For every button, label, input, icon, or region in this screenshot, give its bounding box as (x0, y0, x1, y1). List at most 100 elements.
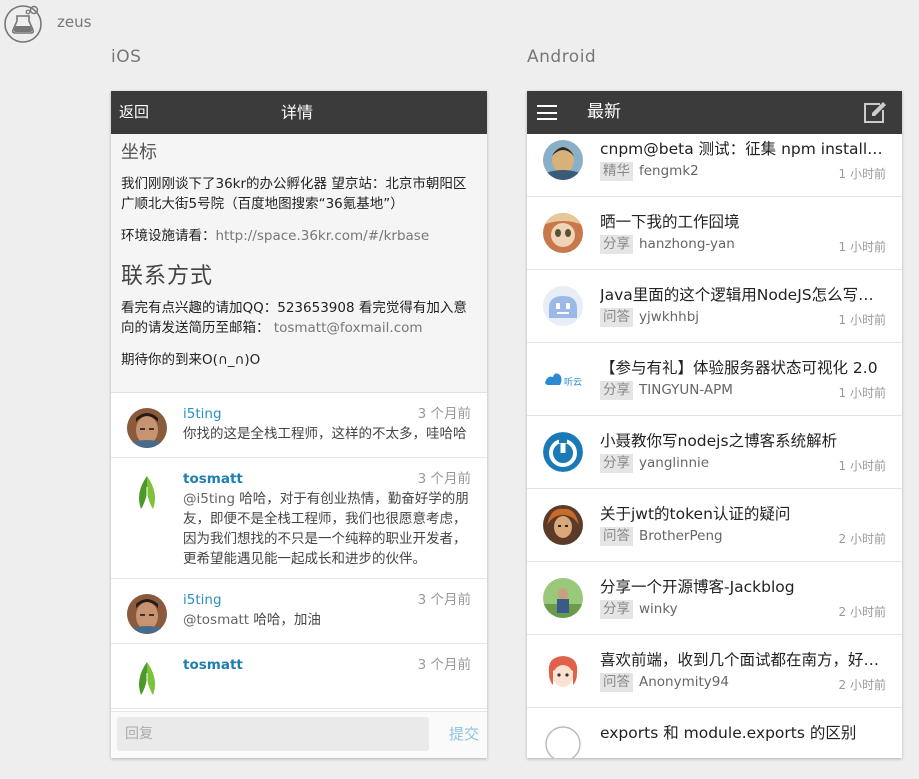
content-paragraph-closing: 期待你的到来O(∩_∩)O (121, 352, 261, 368)
reply-input[interactable] (117, 717, 429, 751)
topic-time: 1 小时前 (838, 313, 886, 327)
topic-author: yanglinnie (639, 455, 710, 471)
comment-item: i5ting 3 个月前 你找的这是全栈工程师，这样的不太多，哇哈哈 (111, 393, 487, 458)
topic-author-avatar[interactable]: 听云 (543, 359, 583, 399)
topic-item[interactable]: 分享一个开源博客-Jackblog 分享 winky 2 小时前 (527, 562, 902, 635)
topic-item[interactable]: Java里面的这个逻辑用NodeJS怎么写比较好 问答 yjwkhhbj 1 小… (527, 270, 902, 343)
comment-time: 3 个月前 (417, 471, 471, 487)
comment-text: @tosmatt 哈哈，加油 (183, 610, 471, 630)
topic-item[interactable]: 关于jwt的token认证的疑问 问答 BrotherPeng 2 小时前 (527, 489, 902, 562)
topic-time: 2 小时前 (838, 678, 886, 692)
comment-item: i5ting 3 个月前 @tosmatt 哈哈，加油 (111, 579, 487, 644)
comment-time: 3 个月前 (417, 592, 471, 608)
comment-username[interactable]: tosmatt (183, 657, 243, 673)
comment-time: 3 个月前 (417, 657, 471, 673)
toolbar-title: 最新 (587, 102, 621, 122)
topic-title: 分享一个开源博客-Jackblog (600, 578, 795, 596)
comment-text: 你找的这是全栈工程师，这样的不太多，哇哈哈 (183, 426, 467, 442)
email-link[interactable]: tosmatt@foxmail.com (274, 320, 423, 336)
topic-time: 1 小时前 (838, 386, 886, 400)
topic-author-avatar[interactable] (543, 724, 583, 758)
android-section-label: Android (527, 47, 597, 67)
edit-icon[interactable] (862, 101, 888, 125)
topic-title: 喜欢前端，收到几个面试都在南方，好纠结 (600, 651, 886, 669)
topic-author: winky (639, 601, 678, 617)
facilities-link[interactable]: http://space.36kr.com/#/krbase (216, 228, 430, 244)
commenter-avatar[interactable] (127, 408, 167, 448)
topic-author: TINGYUN-APM (639, 382, 733, 398)
content-heading-contact: 联系方式 (121, 264, 214, 289)
commenter-avatar[interactable] (127, 594, 167, 634)
comment-mention[interactable]: @i5ting (183, 491, 235, 507)
topic-content: 坐标 我们刚刚谈下了36kr的办公孵化器 望京站：北京市朝阳区广顺北大街5号院（… (111, 134, 487, 393)
topic-item[interactable]: exports 和 module.exports 的区别 (527, 708, 902, 758)
ios-phone-frame: 返回 详情 坐标 我们刚刚谈下了36kr的办公孵化器 望京站：北京市朝阳区广顺北… (111, 91, 487, 758)
topic-author-avatar[interactable] (543, 432, 583, 472)
comment-item: tosmatt 3 个月前 @i5ting 哈哈，对于有创业热情，勤奋好学的朋友… (111, 458, 487, 579)
topic-title: Java里面的这个逻辑用NodeJS怎么写比较好 (600, 286, 886, 304)
commenter-avatar[interactable] (127, 473, 167, 513)
content-paragraph-address: 我们刚刚谈下了36kr的办公孵化器 望京站：北京市朝阳区广顺北大街5号院（百度地… (121, 176, 467, 212)
topic-item[interactable]: 听云 【参与有礼】体验服务器状态可视化 2.0 分享 TINGYUN-APM 1… (527, 343, 902, 416)
comment-username[interactable]: tosmatt (183, 471, 243, 487)
reply-bar: 提交 (111, 711, 487, 758)
topic-author: fengmk2 (639, 163, 699, 179)
topic-tag: 问答 (600, 527, 633, 546)
topic-time: 1 小时前 (838, 459, 886, 473)
content-paragraph-facilities: 环境设施请看：http://space.36kr.com/#/krbase (121, 226, 477, 246)
ios-navbar: 返回 详情 (111, 91, 487, 134)
brand: zeus (3, 3, 91, 43)
svg-text:听云: 听云 (564, 377, 582, 388)
submit-button[interactable]: 提交 (449, 712, 479, 756)
topic-tag: 分享 (600, 454, 633, 473)
topic-tag: 精华 (600, 162, 633, 181)
facilities-label: 环境设施请看： (121, 228, 216, 244)
topic-time: 1 小时前 (838, 240, 886, 254)
topic-time: 1 小时前 (838, 167, 886, 181)
topic-tag: 问答 (600, 673, 633, 692)
page-title: 详情 (280, 103, 313, 122)
comment-time: 3 个月前 (417, 406, 471, 422)
topic-title: exports 和 module.exports 的区别 (600, 724, 857, 742)
topic-author-avatar[interactable] (543, 651, 583, 691)
topic-title: 【参与有礼】体验服务器状态可视化 2.0 (600, 359, 878, 377)
topic-title: 小聂教你写nodejs之博客系统解析 (600, 432, 838, 450)
topic-title: 晒一下我的工作囧境 (600, 213, 740, 231)
comment-text: @i5ting 哈哈，对于有创业热情，勤奋好学的朋友，即便不是全栈工程师，我们也… (183, 489, 471, 569)
topic-author-avatar[interactable] (543, 505, 583, 545)
topic-item[interactable]: 小聂教你写nodejs之博客系统解析 分享 yanglinnie 1 小时前 (527, 416, 902, 489)
topic-title: cnpm@beta 测试：征集 npm install 非常慢的模块 (600, 140, 886, 158)
topic-author-avatar[interactable] (543, 578, 583, 618)
topic-detail-scroll[interactable]: 坐标 我们刚刚谈下了36kr的办公孵化器 望京站：北京市朝阳区广顺北大街5号院（… (111, 134, 487, 712)
topic-author: hanzhong-yan (639, 236, 735, 252)
content-paragraph-contact: 看完有点兴趣的请加QQ：523653908 看完觉得有加入意向的请发送简历至邮箱… (121, 298, 477, 338)
topic-tag: 分享 (600, 381, 633, 400)
comment-item: tosmatt 3 个月前 (111, 644, 487, 709)
topic-tag: 分享 (600, 600, 633, 619)
ios-section-label: iOS (111, 47, 142, 67)
comment-username[interactable]: i5ting (183, 406, 222, 422)
android-toolbar: 最新 (527, 91, 902, 134)
topic-tag: 问答 (600, 308, 633, 327)
topic-author-avatar[interactable] (543, 140, 583, 180)
comment-username[interactable]: i5ting (183, 592, 222, 608)
brand-name[interactable]: zeus (57, 13, 91, 31)
topic-time: 2 小时前 (838, 532, 886, 546)
app-logo-icon (4, 5, 42, 43)
topic-list[interactable]: cnpm@beta 测试：征集 npm install 非常慢的模块 精华 fe… (527, 134, 902, 758)
topic-author-avatar[interactable] (543, 286, 583, 326)
topic-time: 2 小时前 (838, 605, 886, 619)
topic-author-avatar[interactable] (543, 213, 583, 253)
topic-tag: 分享 (600, 235, 633, 254)
commenter-avatar[interactable] (127, 659, 167, 699)
topic-item[interactable]: cnpm@beta 测试：征集 npm install 非常慢的模块 精华 fe… (527, 134, 902, 197)
comment-mention[interactable]: @tosmatt (183, 612, 249, 628)
topic-title: 关于jwt的token认证的疑问 (600, 505, 791, 523)
topic-author: BrotherPeng (639, 528, 723, 544)
hamburger-menu-icon[interactable] (537, 105, 557, 120)
topic-item[interactable]: 喜欢前端，收到几个面试都在南方，好纠结 问答 Anonymity94 2 小时前 (527, 635, 902, 708)
topic-author: Anonymity94 (639, 674, 729, 690)
comment-body: 哈哈，加油 (249, 612, 321, 628)
topic-author: yjwkhhbj (639, 309, 700, 325)
topic-item[interactable]: 晒一下我的工作囧境 分享 hanzhong-yan 1 小时前 (527, 197, 902, 270)
